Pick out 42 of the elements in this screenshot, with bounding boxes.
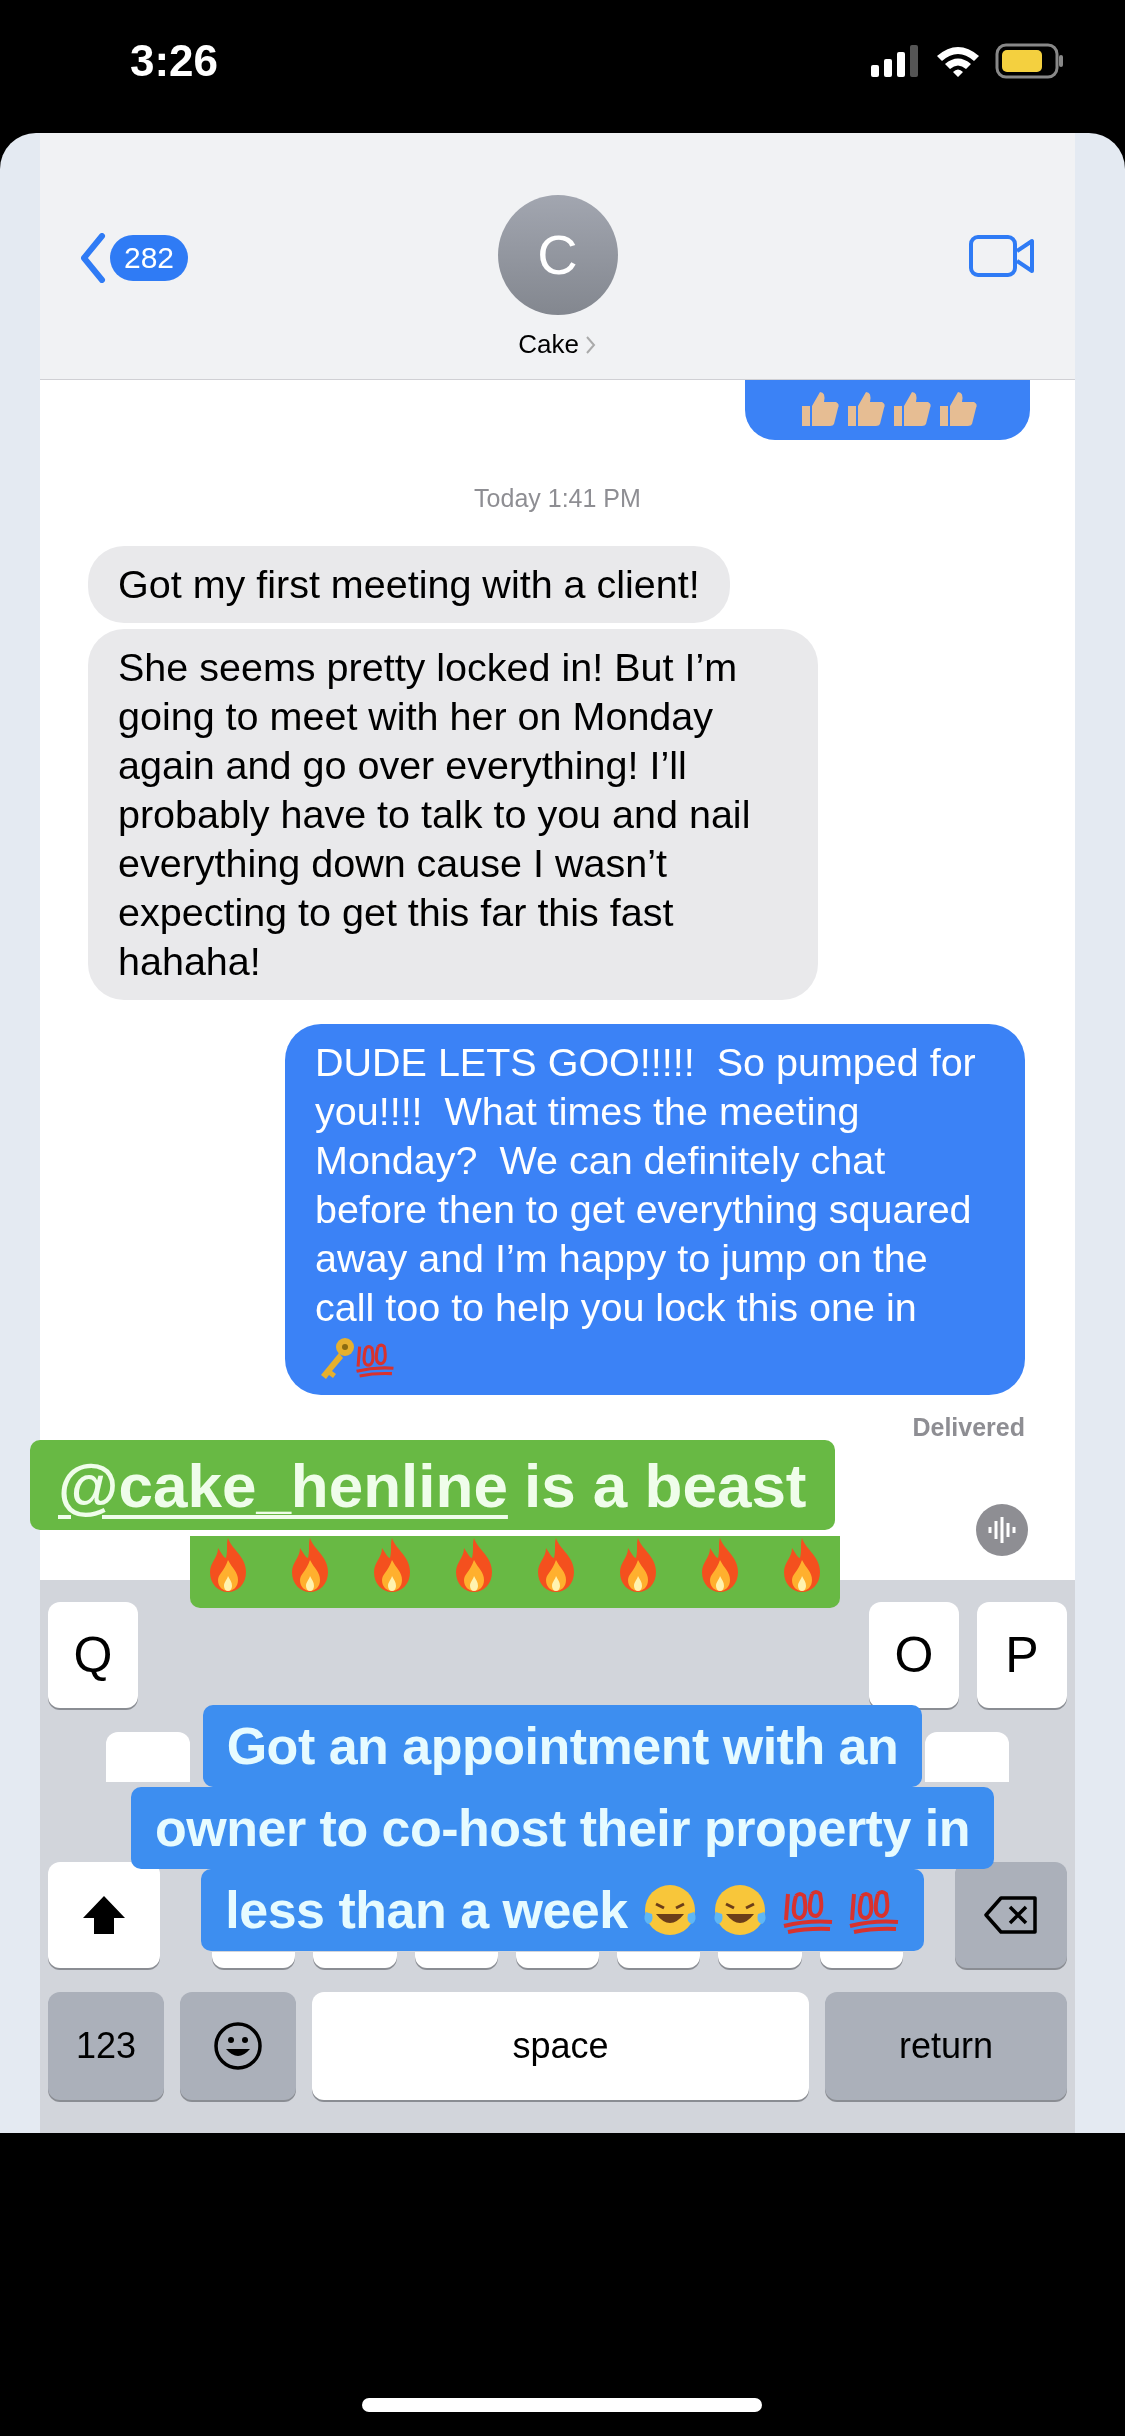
message-text: DUDE LETS GOO!!!!! So pumped for you!!!! What times the meeting Monday? We can definitely chat before then to get everything squared away and I’m happy to jump on the call too to help you lock this one in	[315, 1038, 977, 1331]
back-button[interactable]: 282	[80, 233, 260, 283]
keyboard-key[interactable]: Q	[48, 1602, 138, 1708]
sticker-label: is a beast	[523, 1449, 807, 1522]
keyboard-key[interactable]: P	[977, 1602, 1067, 1708]
keyboard-key[interactable]	[106, 1732, 190, 1782]
unread-count-badge: 282	[110, 235, 189, 281]
shift-arrow-icon	[81, 1894, 127, 1936]
message-timestamp: Today 1:41 PM	[473, 483, 642, 514]
caption-text: less than a week	[225, 1880, 628, 1941]
laughing-face-icon	[711, 1882, 768, 1938]
smiley-icon	[213, 2021, 263, 2071]
keyboard-key[interactable]	[212, 1952, 296, 1968]
audio-waveform-icon	[975, 1503, 1029, 1557]
delivery-status: Delivered	[912, 1412, 1025, 1444]
status-time: 3:26	[130, 34, 219, 87]
battery-icon	[995, 42, 1065, 79]
keyboard-key[interactable]	[925, 1732, 1009, 1782]
keyboard-key[interactable]	[515, 1952, 600, 1968]
message-text: She seems pretty locked in! But I’m going to meet with her on Monday again and go over everything! I’ll probably have to talk to you and nail everything down cause I wasn’t expecting to get this far this fast hahaha!	[118, 643, 752, 985]
contact-name-text: Cake	[518, 328, 579, 361]
delete-icon	[983, 1895, 1039, 1935]
keyboard-key[interactable]	[718, 1952, 802, 1968]
shift-key[interactable]	[48, 1862, 160, 1968]
keyboard-key[interactable]	[313, 1952, 397, 1968]
contact-name[interactable]: Cake	[518, 325, 597, 364]
emoji-key[interactable]	[180, 1992, 296, 2100]
signal-icon	[871, 44, 921, 77]
chevron-right-icon	[584, 334, 597, 355]
video-camera-icon[interactable]	[969, 235, 1035, 277]
caption-text: Got an appointment with an	[226, 1716, 899, 1777]
space-key[interactable]: space	[312, 1992, 809, 2100]
return-key[interactable]: return	[825, 1992, 1067, 2100]
delete-key[interactable]	[955, 1862, 1067, 1968]
keyboard-key[interactable]	[819, 1952, 903, 1968]
message-text: Got my first meeting with a client!	[118, 560, 700, 608]
caption-text: owner to co-host their property in	[155, 1798, 970, 1859]
back-chevron-icon	[80, 233, 106, 283]
keyboard-key[interactable]	[617, 1952, 701, 1968]
numbers-key[interactable]: 123	[48, 1992, 164, 2100]
keyboard-key[interactable]	[414, 1952, 498, 1968]
keyboard-key[interactable]: O	[869, 1602, 959, 1708]
